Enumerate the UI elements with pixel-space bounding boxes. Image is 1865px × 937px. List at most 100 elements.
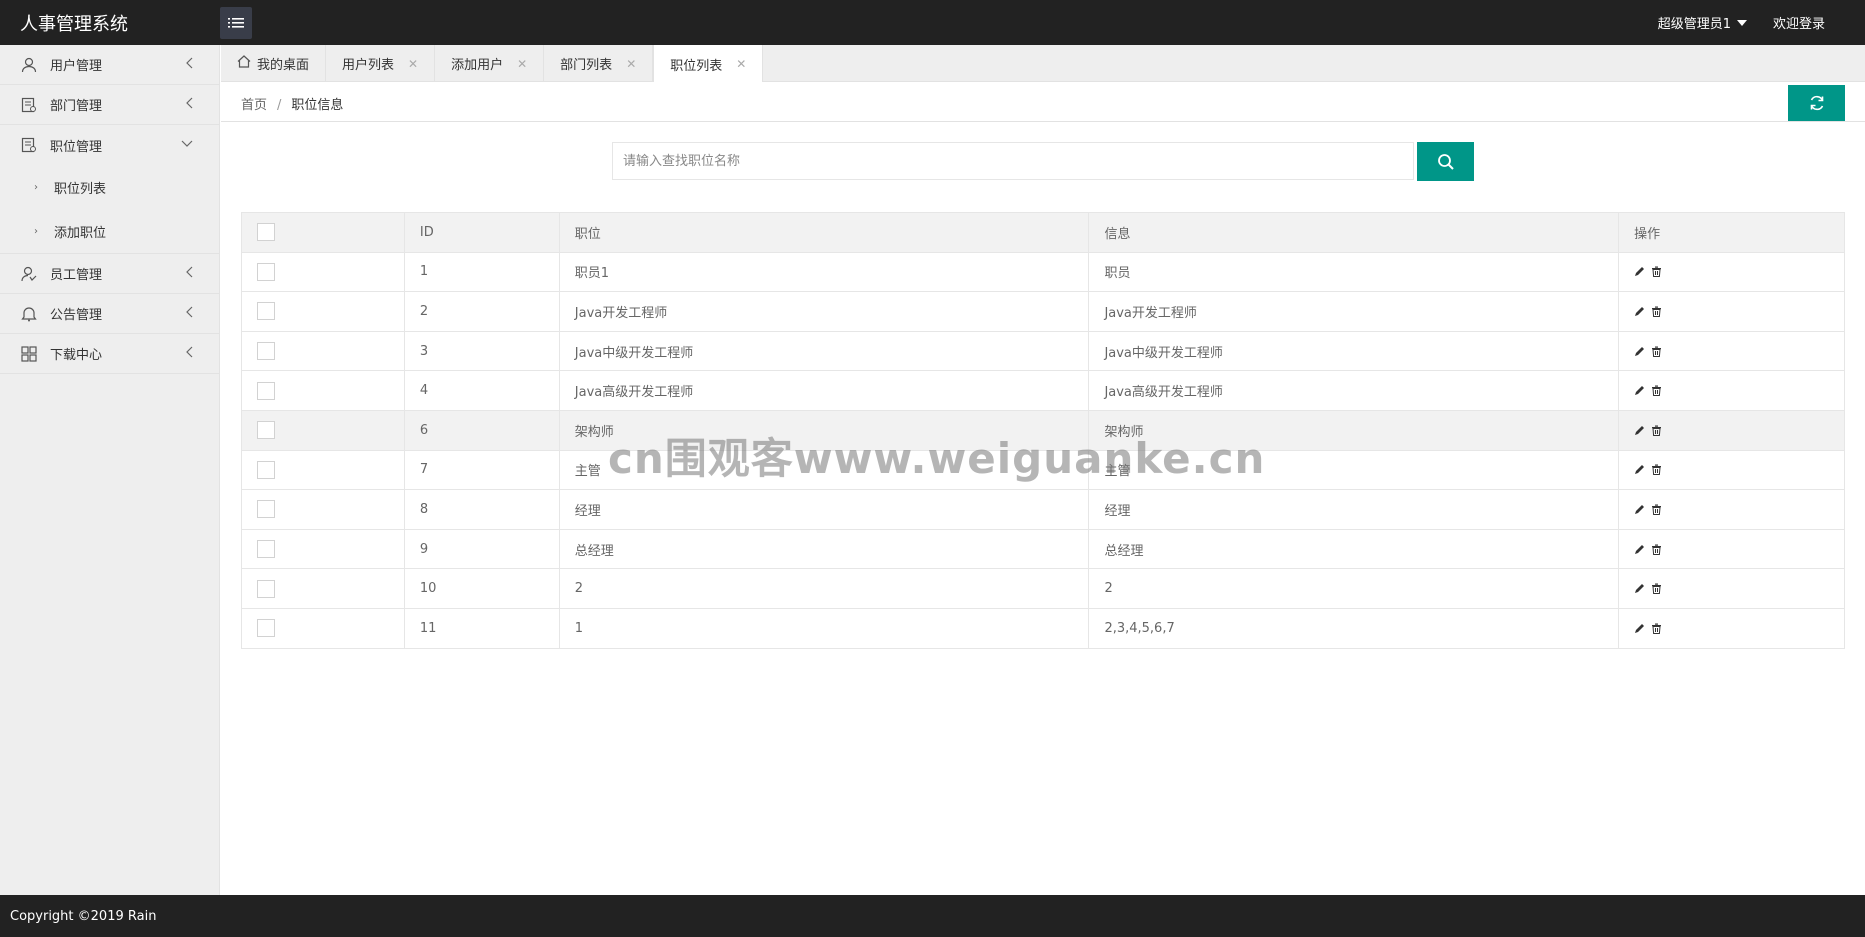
refresh-icon (1810, 95, 1823, 111)
cell-info: Java开发工程师 (1088, 291, 1620, 332)
row-checkbox[interactable] (257, 500, 275, 519)
delete-icon[interactable] (1651, 346, 1662, 357)
sidebar-item-label: 职位管理 (50, 139, 103, 155)
delete-icon[interactable] (1651, 504, 1662, 515)
chevron-left-icon (185, 57, 193, 73)
row-checkbox[interactable] (257, 619, 275, 638)
tab-position-list[interactable]: 职位列表 ✕ (653, 45, 764, 83)
edit-icon[interactable] (1634, 583, 1645, 594)
row-checkbox[interactable] (257, 381, 275, 400)
edit-icon[interactable] (1634, 346, 1645, 357)
cell-actions (1618, 489, 1845, 530)
edit-icon[interactable] (1634, 504, 1645, 515)
search-input[interactable] (612, 142, 1414, 180)
tab-label: 我的桌面 (257, 58, 310, 73)
close-icon[interactable]: ✕ (736, 57, 746, 71)
chevron-left-icon (185, 346, 193, 362)
cell-id: 3 (403, 330, 560, 372)
chevron-left-icon (185, 266, 193, 282)
tab-department-list[interactable]: 部门列表 ✕ (544, 45, 654, 82)
row-checkbox[interactable] (257, 421, 275, 440)
row-checkbox[interactable] (257, 540, 275, 559)
delete-icon[interactable] (1651, 583, 1662, 595)
row-checkbox[interactable] (257, 579, 275, 598)
delete-icon[interactable] (1651, 464, 1662, 476)
menu-toggle-button[interactable] (220, 7, 252, 39)
sidebar-item-departments[interactable]: 部门管理 (0, 85, 219, 125)
sidebar-group-positions: 职位管理 › 职位列表 › 添加职位 (0, 125, 219, 254)
edit-icon[interactable] (1634, 266, 1645, 277)
edit-icon[interactable] (1634, 544, 1645, 555)
column-header-position: 职位 (558, 212, 1090, 253)
edit-icon[interactable] (1634, 464, 1645, 475)
sidebar-item-positions[interactable]: 职位管理 (0, 125, 219, 165)
delete-icon[interactable] (1651, 544, 1662, 555)
cell-id: 7 (403, 449, 560, 491)
tab-user-list[interactable]: 用户列表 ✕ (326, 45, 436, 82)
sidebar-subitem-label: 添加职位 (54, 225, 107, 241)
breadcrumb-home[interactable]: 首页 (241, 98, 267, 113)
delete-icon[interactable] (1651, 306, 1662, 317)
search-button[interactable] (1417, 142, 1474, 181)
cell-actions (1618, 449, 1845, 491)
edit-icon[interactable] (1634, 623, 1645, 634)
table-row: 10 2 2 (241, 568, 1845, 609)
user-name: 超级管理员1 (1657, 17, 1731, 32)
row-checkbox[interactable] (257, 460, 275, 479)
tab-label: 部门列表 (560, 58, 613, 73)
sidebar-item-users[interactable]: 用户管理 (0, 45, 219, 85)
row-checkbox-cell (241, 489, 405, 530)
close-icon[interactable]: ✕ (517, 57, 527, 71)
sidebar-subitem-label: 职位列表 (54, 181, 107, 197)
chevron-left-icon (185, 306, 193, 322)
caret-down-icon (1736, 19, 1747, 26)
breadcrumb-current: 职位信息 (291, 98, 344, 113)
sidebar-item-employees[interactable]: 员工管理 (0, 254, 219, 294)
user-menu[interactable]: 超级管理员1 (1658, 13, 1747, 32)
refresh-button[interactable] (1788, 85, 1845, 121)
cell-id: 4 (403, 370, 560, 411)
sidebar-subitem-add-position[interactable]: › 添加职位 (0, 209, 219, 253)
cell-actions (1618, 291, 1845, 332)
table-row: 3 Java中级开发工程师 Java中级开发工程师 (241, 330, 1845, 372)
row-checkbox[interactable] (257, 262, 275, 281)
sidebar-item-notices[interactable]: 公告管理 (0, 294, 219, 334)
welcome-link[interactable]: 欢迎登录 (1773, 13, 1825, 32)
tab-desktop[interactable]: 我的桌面 (221, 45, 327, 82)
delete-icon[interactable] (1651, 385, 1662, 397)
row-checkbox[interactable] (257, 302, 275, 321)
close-icon[interactable]: ✕ (626, 57, 636, 71)
cell-position: 经理 (558, 489, 1090, 530)
cell-actions (1618, 370, 1845, 411)
select-all-checkbox[interactable] (257, 223, 275, 242)
cell-info: 职员 (1088, 251, 1620, 293)
close-icon[interactable]: ✕ (408, 57, 418, 71)
row-checkbox-cell (241, 528, 405, 570)
cell-position: Java开发工程师 (558, 291, 1090, 332)
edit-icon[interactable] (1634, 385, 1645, 396)
cell-actions (1618, 568, 1845, 609)
delete-icon[interactable] (1651, 623, 1662, 634)
delete-icon[interactable] (1651, 266, 1662, 278)
table-row: 9 总经理 总经理 (241, 528, 1845, 570)
sidebar-item-label: 下载中心 (50, 348, 103, 363)
row-checkbox-cell (241, 568, 405, 609)
edit-icon[interactable] (1634, 306, 1645, 317)
table-header-row: ID 职位 信息 操作 (241, 212, 1845, 253)
edit-icon[interactable] (1634, 425, 1645, 436)
cell-actions (1618, 607, 1845, 649)
row-checkbox-cell (241, 330, 405, 372)
table-row: 4 Java高级开发工程师 Java高级开发工程师 (241, 370, 1845, 411)
cell-info: 2 (1088, 568, 1620, 609)
sidebar-item-downloads[interactable]: 下载中心 (0, 334, 219, 374)
column-header-info: 信息 (1088, 212, 1620, 253)
row-checkbox[interactable] (257, 342, 275, 361)
cell-position: 总经理 (558, 528, 1090, 570)
breadcrumb: 首页 / 职位信息 (241, 94, 343, 113)
home-icon (237, 55, 251, 72)
tab-add-user[interactable]: 添加用户 ✕ (435, 45, 545, 82)
cell-id: 6 (403, 409, 560, 451)
cell-position: 1 (558, 607, 1090, 649)
sidebar-subitem-position-list[interactable]: › 职位列表 (0, 165, 219, 209)
delete-icon[interactable] (1651, 425, 1662, 436)
